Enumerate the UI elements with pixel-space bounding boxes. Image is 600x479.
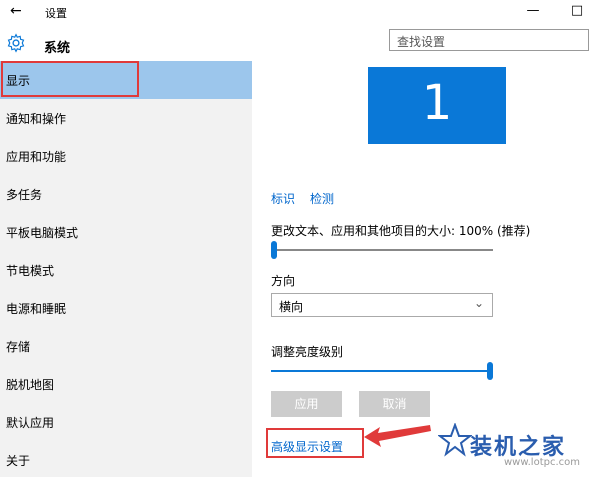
sidebar-item-offline-maps[interactable]: 脱机地图 [0,365,252,403]
brightness-slider-fill [271,370,493,372]
sidebar-item-about[interactable]: 关于 [0,441,252,479]
gear-icon [7,33,25,53]
sidebar-item-label: 应用和功能 [6,150,67,164]
back-arrow-icon[interactable]: ← [10,3,22,19]
sidebar: 显示 通知和操作 应用和功能 多任务 平板电脑模式 节电模式 电源和睡眠 存储 … [0,61,252,477]
brightness-label: 调整亮度级别 [271,345,344,359]
section-title: 系统 [44,41,71,56]
search-input[interactable]: 查找设置 [389,29,589,51]
arrow-icon [364,425,431,447]
identify-link[interactable]: 标识 [271,190,295,207]
chevron-down-icon: ⌄ [473,296,484,310]
sidebar-item-power-sleep[interactable]: 电源和睡眠 [0,289,252,327]
sidebar-item-default-apps[interactable]: 默认应用 [0,403,252,441]
main-content: 1 标识 检测 更改文本、应用和其他项目的大小: 100% (推荐) 方向 横向… [252,61,600,477]
brightness-slider-thumb[interactable] [487,362,493,380]
sidebar-item-label: 多任务 [6,188,43,202]
window-title: 设置 [45,7,67,20]
sidebar-item-label: 电源和睡眠 [6,302,67,316]
sidebar-item-apps[interactable]: 应用和功能 [0,137,252,175]
sidebar-item-label: 脱机地图 [6,378,55,392]
sidebar-item-label: 显示 [6,74,31,88]
orientation-dropdown[interactable]: 横向 ⌄ [271,293,493,317]
title-bar: ← 设置 — □ [0,0,600,24]
sidebar-item-battery-saver[interactable]: 节电模式 [0,251,252,289]
highlight-box [266,428,364,458]
monitor-tile[interactable]: 1 [368,67,506,144]
orientation-value: 横向 [279,300,304,314]
watermark-url: www.lotpc.com [504,457,580,468]
scale-label: 更改文本、应用和其他项目的大小: 100% (推荐) [271,224,531,238]
sidebar-item-label: 节电模式 [6,264,55,278]
sidebar-item-storage[interactable]: 存储 [0,327,252,365]
cancel-button[interactable]: 取消 [359,391,430,417]
sidebar-item-notifications[interactable]: 通知和操作 [0,99,252,137]
sidebar-item-multitasking[interactable]: 多任务 [0,175,252,213]
sidebar-item-label: 存储 [6,340,31,354]
maximize-icon[interactable]: □ [567,3,587,18]
header: 系统 查找设置 [0,24,600,61]
monitor-number: 1 [421,75,453,131]
minimize-icon[interactable]: — [523,3,543,18]
detect-link[interactable]: 检测 [310,190,334,207]
sidebar-item-display[interactable]: 显示 [0,61,252,99]
apply-button[interactable]: 应用 [271,391,342,417]
sidebar-item-label: 关于 [6,454,31,468]
watermark-logo-icon [438,423,472,457]
scale-slider-thumb[interactable] [271,241,277,259]
sidebar-item-label: 默认应用 [6,416,55,430]
orientation-label: 方向 [271,274,296,288]
search-placeholder: 查找设置 [397,35,446,49]
sidebar-item-label: 平板电脑模式 [6,226,79,240]
sidebar-item-label: 通知和操作 [6,112,67,126]
sidebar-item-tablet-mode[interactable]: 平板电脑模式 [0,213,252,251]
scale-slider-track[interactable] [271,249,493,251]
